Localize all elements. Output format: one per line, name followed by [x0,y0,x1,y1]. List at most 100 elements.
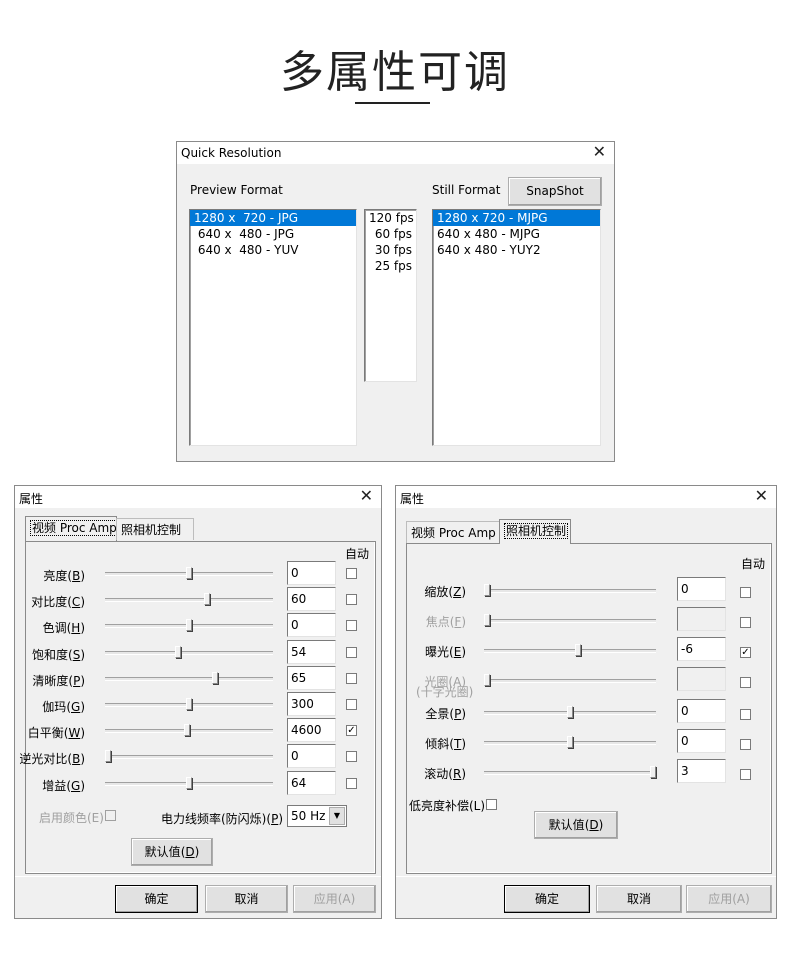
value-field[interactable]: 4600 [287,718,336,742]
value-field[interactable]: 64 [287,771,336,795]
list-item[interactable]: 640 x 480 - MJPG [433,226,600,242]
default-button[interactable]: 默认值(D) [131,838,213,866]
value-field[interactable]: 0 [677,699,726,723]
property-key: F [454,615,462,629]
slider-thumb[interactable] [484,674,490,686]
auto-checkbox[interactable] [346,647,357,658]
auto-checkbox[interactable] [346,778,357,789]
value-field[interactable]: 60 [287,587,336,611]
default-button[interactable]: 默认值(D) [534,811,618,839]
cancel-button[interactable]: 取消 [205,885,288,913]
property-key: T [453,737,462,751]
auto-checkbox[interactable] [740,739,751,750]
fps-list[interactable]: 120 fps 60 fps 30 fps 25 fps [364,209,417,382]
auto-checkbox[interactable] [740,617,751,628]
auto-checkbox[interactable] [740,587,751,598]
close-icon[interactable]: ✕ [360,488,373,504]
list-item[interactable]: 120 fps [365,210,416,226]
tab-camera-control[interactable]: 照相机控制 [116,518,194,540]
list-item[interactable]: 30 fps [365,242,416,258]
list-item[interactable]: 640 x 480 - JPG [190,226,356,242]
color-enable-checkbox[interactable] [105,810,116,821]
property-name: 焦点 [425,615,450,629]
slider-thumb[interactable] [105,750,111,762]
still-format-list[interactable]: 1280 x 720 - MJPG 640 x 480 - MJPG 640 x 4… [432,209,601,446]
value-field[interactable]: 0 [287,561,336,585]
property-name: 滚动 [424,767,449,781]
slider-thumb[interactable] [484,614,490,626]
slider-thumb[interactable] [184,724,190,736]
value-field[interactable]: 0 [677,729,726,753]
close-icon[interactable]: ✕ [593,144,606,160]
value-field[interactable]: 65 [287,666,336,690]
value-field[interactable]: 0 [287,744,336,768]
auto-checkbox[interactable] [346,620,357,631]
preview-format-list[interactable]: 1280 x 720 - JPG 640 x 480 - JPG 640 x 4… [189,209,357,446]
property-name: 逆光对比 [19,752,68,766]
value-field[interactable]: 0 [287,613,336,637]
slider-thumb[interactable] [567,706,573,718]
slider-thumb[interactable] [186,619,192,631]
snapshot-button[interactable]: SnapShot [508,177,602,206]
slider-thumb[interactable] [204,593,210,605]
tab-proc-amp[interactable]: 视频 Proc Amp [406,521,500,543]
ok-button[interactable]: 确定 [115,885,198,913]
property-label: 曝光(E) [425,645,466,659]
list-item[interactable]: 1280 x 720 - JPG [190,210,356,226]
slider-thumb[interactable] [186,698,192,710]
slider-track [484,771,656,775]
apply-button[interactable]: 应用(A) [686,885,772,913]
value-field[interactable]: 300 [287,692,336,716]
value-field[interactable]: 0 [677,577,726,601]
auto-checkbox[interactable] [346,594,357,605]
slider-thumb[interactable] [186,777,192,789]
default-button-label: 默认值 [548,818,585,832]
list-item[interactable]: 60 fps [365,226,416,242]
slider-thumb[interactable] [567,736,573,748]
low-light-compensation-checkbox[interactable] [486,799,497,810]
list-item[interactable]: 25 fps [365,258,416,274]
value-field[interactable]: 3 [677,759,726,783]
property-key: H [71,621,81,635]
auto-checkbox[interactable] [346,568,357,579]
powerline-value: 50 Hz [291,809,326,823]
property-key: G [71,779,81,793]
auto-checkbox[interactable] [740,677,751,688]
slider-thumb[interactable] [212,672,218,684]
property-name: 曝光 [425,645,450,659]
list-item[interactable]: 640 x 480 - YUY2 [433,242,600,258]
slider-thumb[interactable] [186,567,192,579]
property-name: 倾斜 [425,737,450,751]
slider-thumb[interactable] [575,644,581,656]
value-field[interactable]: -6 [677,637,726,661]
auto-checkbox[interactable] [346,751,357,762]
slider-thumb[interactable] [650,766,656,778]
slider-track [484,649,656,653]
color-enable-label: 启用颜色(E) [39,811,104,825]
apply-button[interactable]: 应用(A) [293,885,376,913]
value-field[interactable] [677,607,726,631]
tab-proc-amp[interactable]: 视频 Proc Amp [25,516,119,541]
ok-button[interactable]: 确定 [504,885,590,913]
default-button-key: D [589,818,599,832]
title-bar: Quick Resolution ✕ [177,142,614,164]
close-icon[interactable]: ✕ [755,488,768,504]
auto-checkbox[interactable]: ✓ [346,725,357,736]
powerline-frequency-select[interactable]: 50 Hz ▼ [287,805,347,827]
value-field[interactable] [677,667,726,691]
list-item[interactable]: 1280 x 720 - MJPG [433,210,600,226]
auto-checkbox[interactable] [740,769,751,780]
value-field[interactable]: 54 [287,640,336,664]
slider-thumb[interactable] [484,584,490,596]
auto-checkbox[interactable] [346,699,357,710]
tab-camera-control[interactable]: 照相机控制 [499,519,571,544]
auto-checkbox[interactable] [740,709,751,720]
auto-checkbox[interactable] [346,673,357,684]
property-label: 焦点(F) [425,615,466,629]
slider-thumb[interactable] [175,646,181,658]
chevron-down-icon[interactable]: ▼ [329,807,345,825]
property-name: 白平衡 [27,726,64,740]
auto-checkbox[interactable]: ✓ [740,647,751,658]
cancel-button[interactable]: 取消 [596,885,682,913]
list-item[interactable]: 640 x 480 - YUV [190,242,356,258]
